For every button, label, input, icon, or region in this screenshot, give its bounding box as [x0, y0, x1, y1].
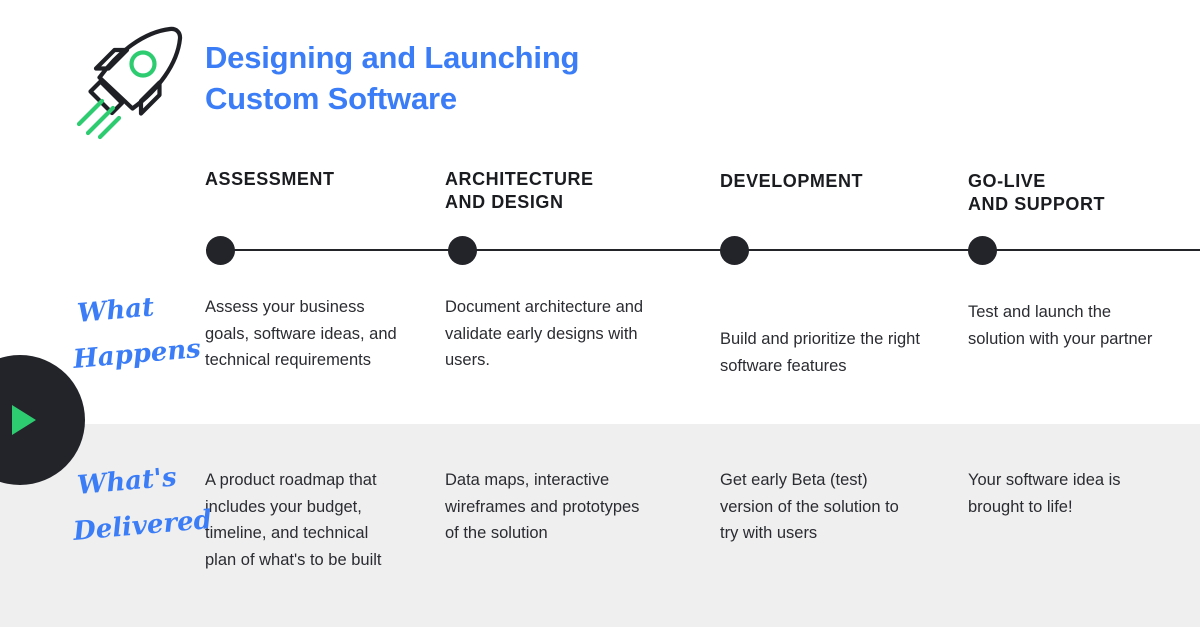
column-heading-go-live-and-support: GO-LIVE AND SUPPORT [968, 170, 1200, 217]
page-title: Designing and Launching Custom Software [205, 38, 825, 120]
column-heading-line-1: ASSESSMENT [205, 169, 335, 189]
cell-what-happens-development: Build and prioritize the right software … [720, 330, 920, 375]
column-heading-line-1: DEVELOPMENT [720, 171, 864, 191]
cell-whats-delivered-development: Get early Beta (test) version of the sol… [720, 471, 899, 543]
cell-what-happens-assessment: Assess your business goals, software ide… [205, 298, 397, 370]
cell-what-happens-architecture-and-design: Document architecture and validate early… [445, 298, 644, 370]
cell-whats-delivered-assessment: A product roadmap that includes your bud… [205, 471, 382, 570]
play-triangle-icon [12, 405, 36, 435]
cell-whats-delivered-go-live-and-support: Your software idea is brought to life! [968, 471, 1121, 516]
row-label-whats-delivered-line-1: What's [76, 462, 178, 501]
timeline-dot-development[interactable] [720, 236, 749, 265]
column-heading-line-1: ARCHITECTURE [445, 169, 594, 189]
page-title-line-2: Custom Software [205, 80, 457, 116]
timeline-dot-go-live-and-support[interactable] [968, 236, 997, 265]
column-heading-assessment: ASSESSMENT [205, 168, 430, 191]
column-heading-line-2: AND SUPPORT [968, 194, 1106, 215]
rocket-icon [66, 12, 198, 144]
timeline-dot-assessment[interactable] [206, 236, 235, 265]
cell-whats-delivered-architecture-and-design: Data maps, interactive wireframes and pr… [445, 471, 640, 543]
row-label-what-happens-line-1: What [76, 292, 155, 329]
row-label-what-happens-line-2: Happens [71, 334, 202, 375]
row-label-whats-delivered: What's Delivered [71, 462, 213, 560]
column-heading-development: DEVELOPMENT [720, 170, 960, 193]
timeline-dot-architecture-and-design[interactable] [448, 236, 477, 265]
header: Designing and Launching Custom Software [0, 0, 1200, 150]
page-title-line-1: Designing and Launching [205, 40, 580, 75]
column-heading-line-2: AND DESIGN [445, 192, 564, 213]
column-heading-architecture-and-design: ARCHITECTURE AND DESIGN [445, 168, 695, 215]
timeline-track [206, 249, 1200, 251]
row-label-what-happens: What Happens [71, 292, 202, 388]
column-heading-line-1: GO-LIVE [968, 171, 1046, 191]
row-label-whats-delivered-line-2: Delivered [71, 505, 213, 547]
cell-what-happens-go-live-and-support: Test and launch the solution with your p… [968, 303, 1153, 348]
